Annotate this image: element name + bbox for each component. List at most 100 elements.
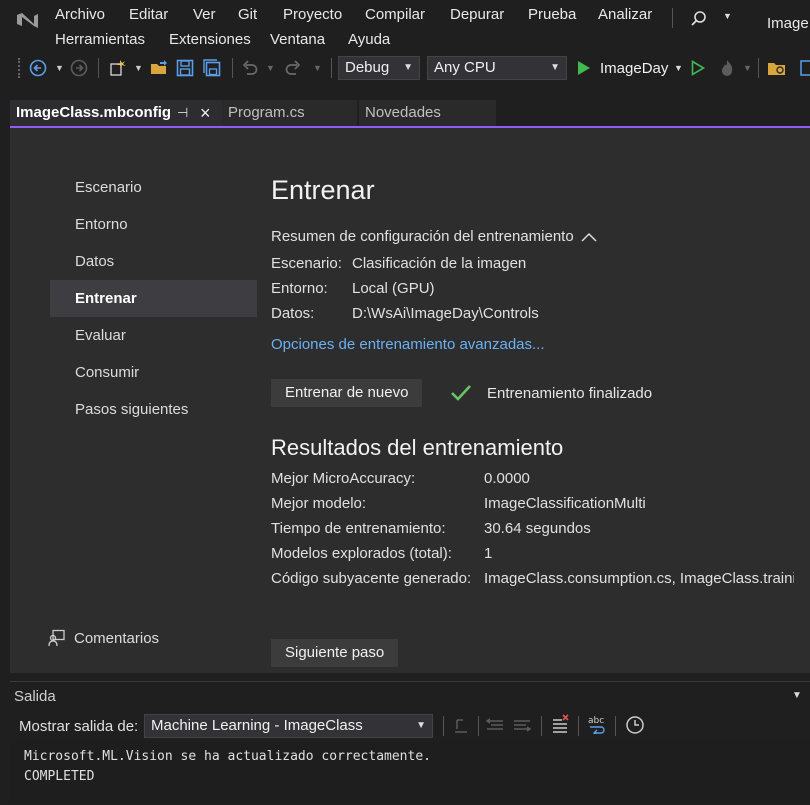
feedback-label: Comentarios [74,630,160,647]
tab-program-cs[interactable]: Program.cs [222,100,357,127]
menu-ventana[interactable]: Ventana [270,31,325,48]
output-title: Salida [14,688,56,705]
run-target-dropdown-icon[interactable]: ▼ [674,63,683,73]
hot-reload-icon [717,58,737,81]
chevron-down-icon: ▼ [416,720,426,731]
back-dropdown-icon[interactable]: ▼ [55,63,64,73]
result-label: Mejor modelo: [271,495,367,512]
prev-message-icon [485,716,505,737]
toolbar-divider [478,716,479,736]
menu-prueba[interactable]: Prueba [528,6,576,23]
open-folder-icon[interactable] [149,59,169,80]
retrain-button[interactable]: Entrenar de nuevo [271,379,423,407]
menu-analizar[interactable]: Analizar [598,6,652,23]
platform-select[interactable]: Any CPU ▼ [427,56,567,80]
nav-item-consumir[interactable]: Consumir [50,354,257,391]
menu-herramientas[interactable]: Herramientas [55,31,145,48]
tab-label: ImageClass.mbconfig [16,104,172,121]
menu-ver[interactable]: Ver [193,6,216,23]
nav-item-pasos-siguientes[interactable]: Pasos siguientes [50,391,257,428]
summary-label: Escenario: [271,255,342,272]
chevron-down-icon: ▼ [550,62,560,73]
menu-proyecto[interactable]: Proyecto [283,6,342,23]
summary-label: Entorno: [271,280,328,297]
toolbar-divider [541,716,542,736]
output-source-value: Machine Learning - ImageClass [151,717,363,734]
new-item-icon[interactable] [108,59,128,80]
window-layout-icon[interactable] [800,59,810,80]
menu-divider [672,8,673,28]
output-line: COMPLETED [24,769,95,784]
menu-ayuda[interactable]: Ayuda [348,31,390,48]
word-wrap-icon[interactable]: abc [587,714,609,737]
tab-label: Novedades [365,104,441,121]
result-value: 0.0000 [484,470,530,487]
training-status: Entrenamiento finalizado [487,385,653,402]
advanced-options-link[interactable]: Opciones de entrenamiento avanzadas... [271,336,545,353]
result-value: 30.64 segundos [484,520,591,537]
chevron-down-icon: ▼ [403,62,413,73]
chevron-up-icon [580,230,598,247]
configuration-value: Debug [345,59,390,76]
window-title: Image [767,15,809,32]
solution-explorer-icon[interactable] [767,59,787,80]
tab-novedades[interactable]: Novedades [359,100,496,127]
close-icon[interactable]: × [200,100,211,126]
next-step-button[interactable]: Siguiente paso [271,639,399,667]
search-dropdown-icon[interactable]: ▼ [723,11,732,21]
menu-editar[interactable]: Editar [129,6,168,23]
summary-value: Local (GPU) [352,280,435,297]
pin-icon[interactable]: ⊣ [177,100,188,126]
result-value: ImageClassificationMulti [484,495,646,512]
find-message-icon [451,716,471,737]
menu-archivo[interactable]: Archivo [55,6,105,23]
results-title: Resultados del entrenamiento [271,435,564,460]
undo-icon [241,59,259,80]
save-icon[interactable] [176,59,194,80]
feedback-icon [48,629,66,650]
search-icon[interactable] [690,10,708,31]
result-label: Tiempo de entrenamiento: [271,520,446,537]
show-output-label: Mostrar salida de: [19,718,139,735]
timestamp-clock-icon[interactable] [625,715,645,738]
tab-imageclass-mbconfig[interactable]: ImageClass.mbconfig ⊣ × [10,100,225,127]
new-item-dropdown-icon[interactable]: ▼ [134,63,143,73]
nav-item-entrenar[interactable]: Entrenar [50,280,257,317]
next-message-icon [512,716,532,737]
start-without-debug-icon[interactable] [690,59,706,80]
check-icon [450,383,472,406]
toolbar-divider [232,58,233,78]
menu-compilar[interactable]: Compilar [365,6,425,23]
forward-icon [70,59,88,80]
nav-item-entorno[interactable]: Entorno [50,206,257,243]
summary-value: Clasificación de la imagen [352,255,527,272]
save-all-icon[interactable] [203,59,222,80]
page-title: Entrenar [271,175,375,205]
configuration-select[interactable]: Debug ▼ [338,56,420,80]
menu-extensiones[interactable]: Extensiones [169,31,251,48]
output-source-select[interactable]: Machine Learning - ImageClass ▼ [144,714,433,738]
svg-text:abc: abc [588,716,604,726]
clear-all-icon[interactable] [550,714,570,737]
start-debug-play-icon[interactable] [576,59,592,80]
nav-item-evaluar[interactable]: Evaluar [50,317,257,354]
redo-icon [284,59,302,80]
hot-reload-dropdown-icon: ▼ [743,63,752,73]
undo-dropdown-icon: ▼ [266,63,275,73]
nav-item-datos[interactable]: Datos [50,243,257,280]
run-target-button[interactable]: ImageDay [600,60,668,77]
toolbar-divider [443,716,444,736]
tab-label: Program.cs [228,104,305,121]
panel-options-icon[interactable]: ▼ [792,690,802,701]
result-value: 1 [484,545,493,562]
menu-depurar[interactable]: Depurar [450,6,504,23]
back-icon[interactable] [29,59,47,80]
menu-git[interactable]: Git [238,6,257,23]
summary-value: D:\WsAi\ImageDay\Controls [352,305,539,322]
output-line: Microsoft.ML.Vision se ha actualizado co… [24,749,431,764]
nav-item-escenario[interactable]: Escenario [50,169,257,206]
toolbar-grip [18,58,23,78]
toolbar-divider [615,716,616,736]
result-label: Mejor MicroAccuracy: [271,470,416,487]
summary-toggle[interactable]: Resumen de configuración del entrenamien… [271,228,597,245]
